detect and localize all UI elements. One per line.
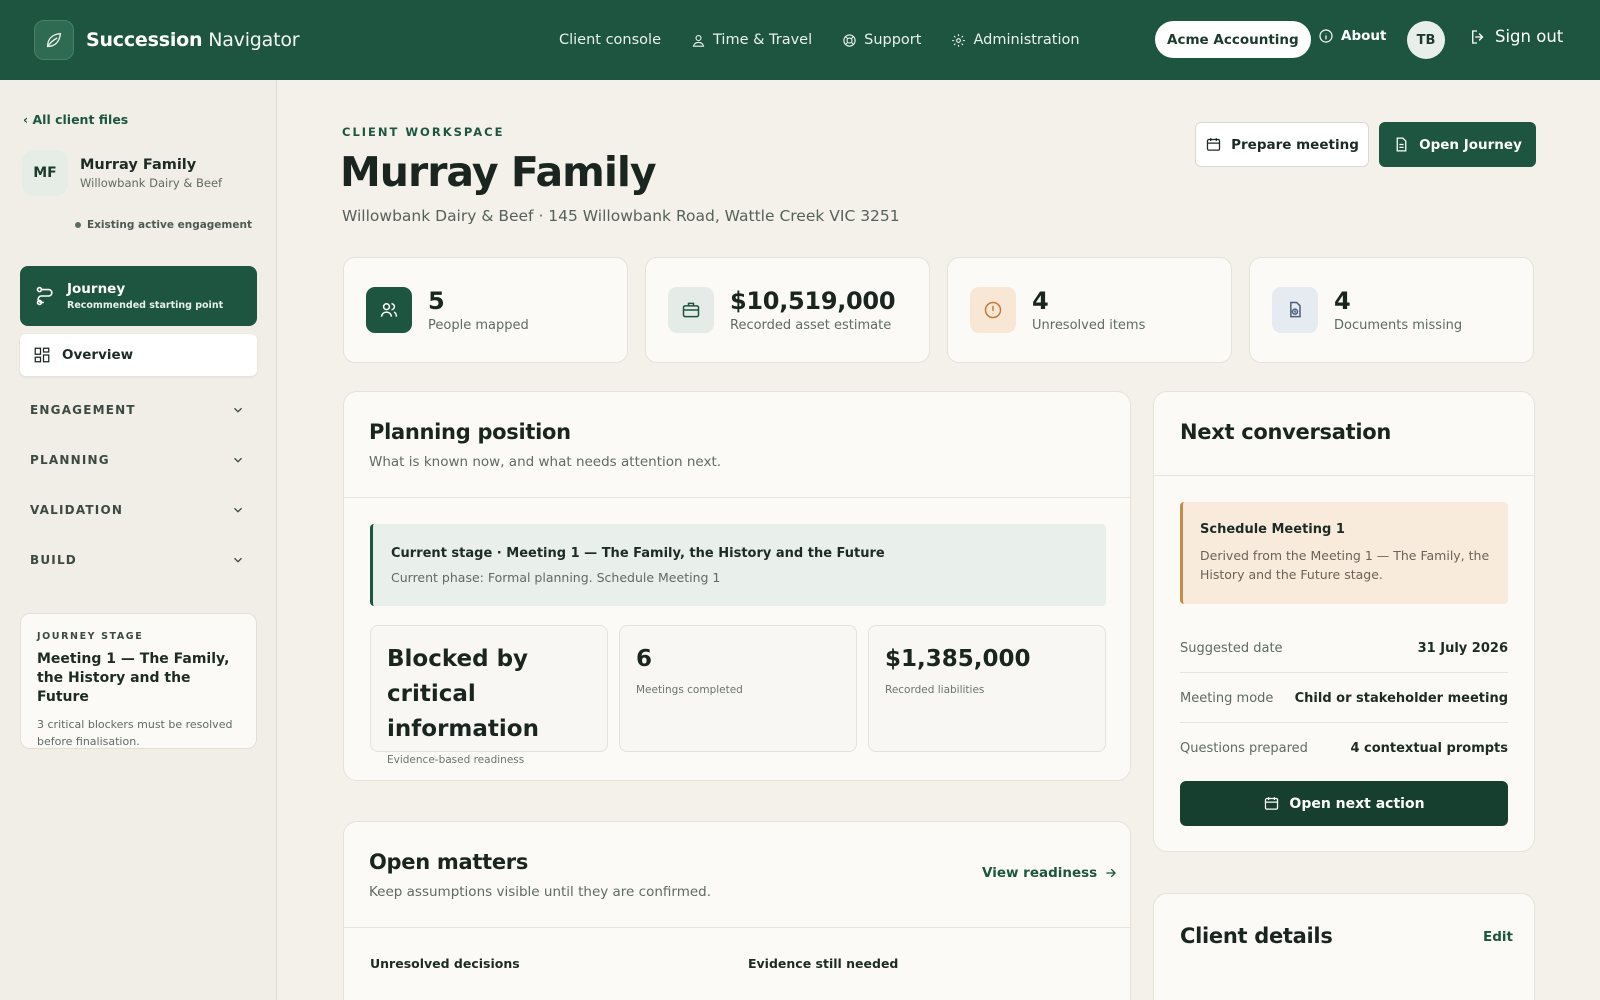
- section-planning[interactable]: PLANNING: [30, 453, 245, 467]
- client-business: Willowbank Dairy & Beef: [80, 175, 223, 190]
- meeting-mode-row: Meeting mode Child or stakeholder meeting: [1180, 674, 1508, 723]
- chevron-down-icon: [234, 457, 242, 463]
- grid-icon: [34, 347, 50, 363]
- calendar-icon: [1206, 138, 1221, 151]
- about-link[interactable]: About: [1318, 28, 1386, 44]
- page-eyebrow: CLIENT WORKSPACE: [342, 125, 505, 139]
- planning-subtitle: What is known now, and what needs attent…: [369, 454, 722, 470]
- alert-icon: [970, 287, 1016, 333]
- open-matters-card: Open matters Keep assumptions visible un…: [343, 821, 1131, 1000]
- people-icon: [366, 287, 412, 333]
- document-icon: [1396, 137, 1407, 152]
- suggested-date-row: Suggested date 31 July 2026: [1180, 624, 1508, 673]
- divider: [344, 497, 1130, 498]
- journey-stage-title: Meeting 1 — The Family, the History and …: [37, 651, 230, 705]
- briefcase-icon: [668, 287, 714, 333]
- sidebar-item-journey[interactable]: Journey Recommended starting point: [20, 266, 257, 326]
- open-matters-title: Open matters: [369, 850, 529, 874]
- engagement-status: Existing active engagement: [74, 219, 252, 231]
- prepare-meeting-button[interactable]: Prepare meeting: [1195, 122, 1369, 167]
- open-next-action-button[interactable]: Open next action: [1180, 781, 1508, 826]
- brand-name: Succession Navigator: [86, 29, 300, 51]
- user-avatar[interactable]: TB: [1407, 21, 1445, 59]
- chevron-down-icon: [234, 407, 242, 413]
- chevron-down-icon: [234, 557, 242, 563]
- top-navigation-bar: Succession Navigator Client console Time…: [0, 0, 1600, 80]
- document-clock-icon: [1272, 287, 1318, 333]
- main-nav: Client console Time & Travel Support Adm…: [559, 0, 1080, 80]
- sidebar: ‹ All client files MF Murray Family Will…: [0, 80, 277, 1000]
- sign-out-button[interactable]: Sign out: [1469, 27, 1563, 46]
- section-engagement[interactable]: ENGAGEMENT: [30, 403, 245, 417]
- gear-icon: [952, 33, 966, 47]
- arrow-right-icon: [1106, 868, 1117, 878]
- status-dot-icon: [74, 222, 81, 228]
- client-details-title: Client details: [1180, 924, 1333, 948]
- journey-stage-card: JOURNEY STAGE Meeting 1 — The Family, th…: [20, 613, 257, 749]
- unresolved-decisions-heading: Unresolved decisions: [370, 956, 520, 971]
- stat-asset-estimate: $10,519,000 Recorded asset estimate: [645, 257, 930, 363]
- nav-support[interactable]: Support: [842, 32, 921, 48]
- journey-stage-note: 3 critical blockers must be resolved bef…: [37, 718, 233, 748]
- planning-position-card: Planning position What is known now, and…: [343, 391, 1131, 781]
- all-client-files-link[interactable]: ‹ All client files: [23, 112, 128, 127]
- chevron-down-icon: [234, 507, 242, 513]
- client-avatar: MF: [22, 150, 68, 196]
- lifebuoy-icon: [843, 33, 856, 47]
- stat-documents-missing: 4 Documents missing: [1249, 257, 1534, 363]
- next-conversation-card: Next conversation Schedule Meeting 1 Der…: [1153, 391, 1535, 852]
- section-build[interactable]: BUILD: [30, 553, 245, 567]
- nav-time-travel[interactable]: Time & Travel: [691, 32, 812, 48]
- nav-client-console[interactable]: Client console: [559, 32, 661, 48]
- page-subtitle: Willowbank Dairy & Beef · 145 Willowbank…: [342, 207, 900, 225]
- client-summary: MF Murray Family Willowbank Dairy & Beef: [22, 150, 222, 196]
- brand[interactable]: Succession Navigator: [34, 20, 300, 60]
- client-name: Murray Family: [80, 156, 197, 173]
- next-conversation-title: Next conversation: [1180, 420, 1392, 444]
- page-title: Murray Family: [340, 148, 657, 196]
- person-icon: [692, 34, 705, 47]
- stat-people-mapped: 5 People mapped: [343, 257, 628, 363]
- stat-unresolved-items: 4 Unresolved items: [947, 257, 1232, 363]
- client-details-card: Client details Edit: [1153, 893, 1535, 1000]
- info-icon: [1319, 29, 1333, 43]
- open-journey-button[interactable]: Open Journey: [1379, 122, 1536, 167]
- divider: [1154, 475, 1534, 476]
- sidebar-item-overview[interactable]: Overview: [20, 334, 257, 376]
- metric-meetings-completed: 6 Meetings completed: [619, 625, 857, 752]
- questions-prepared-row: Questions prepared 4 contextual prompts: [1180, 741, 1508, 756]
- metric-recorded-liabilities: $1,385,000 Recorded liabilities: [868, 625, 1106, 752]
- nav-administration[interactable]: Administration: [951, 32, 1080, 48]
- view-readiness-link[interactable]: View readiness: [982, 865, 1118, 881]
- divider: [344, 927, 1130, 928]
- open-matters-subtitle: Keep assumptions visible until they are …: [369, 884, 712, 900]
- schedule-meeting-callout: Schedule Meeting 1 Derived from the Meet…: [1180, 502, 1508, 604]
- edit-client-details-link[interactable]: Edit: [1483, 929, 1513, 945]
- organisation-switcher[interactable]: Acme Accounting: [1155, 21, 1311, 58]
- calendar-icon: [1265, 797, 1279, 810]
- leaf-logo-icon: [34, 20, 74, 60]
- sign-out-icon: [1472, 29, 1484, 44]
- current-stage-banner: Current stage · Meeting 1 — The Family, …: [370, 524, 1106, 606]
- evidence-needed-heading: Evidence still needed: [748, 956, 899, 971]
- metric-readiness: Blocked by critical information Evidence…: [370, 625, 608, 766]
- planning-title: Planning position: [369, 420, 571, 444]
- route-icon: [36, 286, 53, 306]
- section-validation[interactable]: VALIDATION: [30, 503, 245, 517]
